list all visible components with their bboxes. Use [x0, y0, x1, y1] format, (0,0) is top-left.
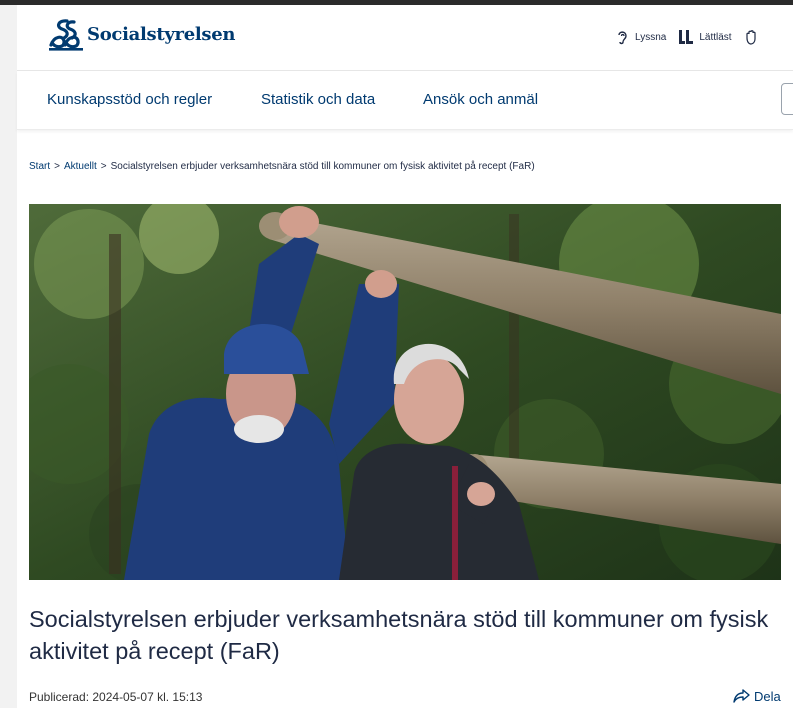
share-button[interactable]: Dela — [733, 688, 781, 704]
search-input[interactable] — [781, 83, 793, 115]
easy-read-button[interactable]: Lättläst — [678, 29, 732, 45]
breadcrumb-separator: > — [54, 161, 60, 172]
accessibility-tools: Lyssna Lättläst — [614, 29, 777, 45]
nav-item-kunskapsstod[interactable]: Kunskapsstöd och regler — [47, 91, 212, 108]
share-label: Dela — [754, 688, 781, 704]
breadcrumb: Start > Aktuellt > Socialstyrelsen erbjuder … — [29, 161, 535, 172]
listen-label: Lyssna — [635, 31, 667, 43]
sign-language-button[interactable] — [744, 29, 765, 45]
published-date: Publicerad: 2024-05-07 kl. 15:13 — [29, 690, 203, 704]
site-logo[interactable]: Socialstyrelsen — [47, 17, 235, 51]
breadcrumb-start-link[interactable]: Start — [29, 161, 50, 172]
listen-button[interactable]: Lyssna — [614, 29, 666, 45]
hero-photo-illustration — [29, 204, 781, 580]
hero-image — [29, 204, 781, 580]
breadcrumb-aktuellt-link[interactable]: Aktuellt — [64, 161, 97, 172]
main-navigation: Kunskapsstöd och regler Statistik och da… — [17, 71, 793, 130]
breadcrumb-separator: > — [100, 161, 107, 172]
site-header: Socialstyrelsen Lyssna Lättläst — [17, 5, 793, 71]
sign-language-icon — [745, 30, 756, 45]
easy-read-icon — [679, 30, 694, 44]
easy-read-label: Lättläst — [699, 31, 732, 43]
nav-item-statistik[interactable]: Statistik och data — [261, 91, 375, 108]
nav-item-ansok[interactable]: Ansök och anmäl — [423, 91, 538, 108]
share-icon — [733, 689, 750, 703]
logo-text: Socialstyrelsen — [87, 23, 236, 45]
article-title: Socialstyrelsen erbjuder verksamhetsnära… — [29, 606, 769, 664]
logo-mark-icon — [49, 19, 83, 51]
ear-icon — [618, 31, 627, 45]
page: Socialstyrelsen Lyssna Lättläst Kunskaps… — [17, 5, 793, 708]
breadcrumb-current: Socialstyrelsen erbjuder verksamhetsnära… — [110, 161, 535, 172]
